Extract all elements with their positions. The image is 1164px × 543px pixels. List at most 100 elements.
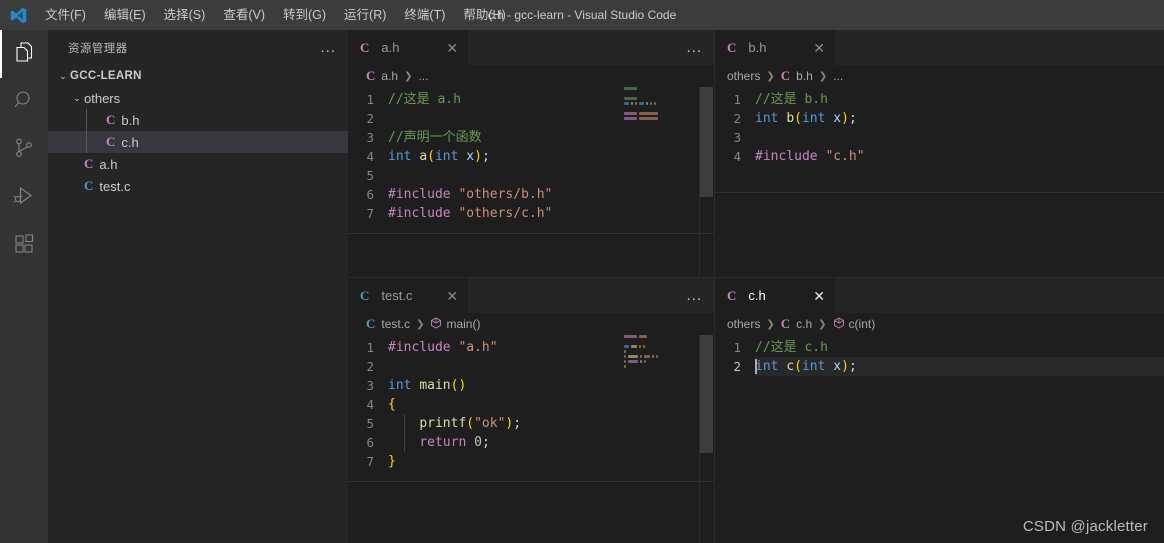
line-number: 7: [366, 206, 374, 221]
activity-item-search[interactable]: [0, 78, 48, 126]
code-line[interactable]: 2 int b(int x);: [715, 109, 1164, 128]
tab-label: test.c: [381, 288, 413, 303]
tab-c-h[interactable]: C c.h ✕: [715, 278, 835, 313]
tab-a-h[interactable]: C a.h ✕: [348, 30, 468, 65]
code-line[interactable]: 6 return 0;: [348, 433, 714, 452]
scrollbar-a-h[interactable]: [699, 87, 713, 277]
tabbar-a-h: C a.h ✕ ...: [348, 30, 714, 65]
sidebar-item-b-h[interactable]: C b.h: [48, 109, 348, 131]
code-line[interactable]: 5 printf("ok");: [348, 414, 714, 433]
code-line[interactable]: 4 int a(int x);: [348, 147, 714, 166]
code-line[interactable]: 3 int main(): [348, 376, 714, 395]
breadcrumb-ellipsis[interactable]: ...: [418, 69, 428, 83]
line-number: 7: [366, 454, 374, 469]
breadcrumb-a-h[interactable]: C a.h ❯ ...: [348, 65, 714, 87]
activity-item-run-debug[interactable]: [0, 174, 48, 222]
breadcrumb-folder[interactable]: others: [727, 317, 760, 331]
breadcrumb-file[interactable]: a.h: [381, 69, 398, 83]
tree-folder-others[interactable]: ⌄ others: [48, 87, 348, 109]
breadcrumb-ellipsis[interactable]: ...: [833, 69, 843, 83]
minimap-test-c[interactable]: [624, 335, 682, 370]
breadcrumb-file[interactable]: b.h: [796, 69, 813, 83]
close-icon[interactable]: ✕: [797, 41, 825, 55]
code-text: //这是 c.h: [755, 340, 828, 355]
menu-go[interactable]: 转到(G): [274, 0, 335, 30]
menu-help[interactable]: 帮助(H): [454, 0, 514, 30]
line-number: 3: [366, 378, 374, 393]
indent-guide: [86, 109, 87, 131]
code-line[interactable]: 3 //声明一个函数: [348, 128, 714, 147]
minimap-line: [624, 107, 682, 111]
files-explorer-icon: [12, 40, 36, 69]
menu-selection[interactable]: 选择(S): [155, 0, 215, 30]
code-text: //这是 b.h: [755, 92, 828, 107]
line-number: 4: [366, 149, 374, 164]
sidebar-item-a-h[interactable]: C a.h: [48, 153, 348, 175]
chevron-right-icon: ❯: [766, 318, 775, 330]
sidebar-item-c-h[interactable]: C c.h: [48, 131, 348, 153]
breadcrumb-test-c[interactable]: C test.c ❯ main(): [348, 313, 714, 335]
minimap-line: [624, 365, 682, 369]
explorer-more-actions-icon[interactable]: ...: [320, 40, 336, 55]
minimap-line: [624, 350, 682, 354]
code-text: #include "others/c.h": [388, 206, 553, 221]
code-line[interactable]: 4 #include "c.h": [715, 147, 1164, 166]
code-line[interactable]: 3: [715, 128, 1164, 147]
code-line[interactable]: 5: [348, 166, 714, 185]
line-number: 5: [366, 416, 374, 431]
minimap-line: [624, 360, 682, 364]
code-line[interactable]: 1 //这是 b.h: [715, 90, 1164, 109]
search-icon: [12, 88, 36, 117]
tab-label: b.h: [748, 40, 767, 55]
code-line[interactable]: 2 int c(int x);: [715, 357, 1164, 376]
breadcrumb-file[interactable]: c.h: [796, 317, 812, 331]
extensions-icon: [12, 232, 36, 261]
menu-terminal[interactable]: 终端(T): [395, 0, 454, 30]
close-icon[interactable]: ✕: [797, 289, 825, 303]
breadcrumb-symbol[interactable]: c(int): [849, 317, 876, 331]
tab-b-h[interactable]: C b.h ✕: [715, 30, 835, 65]
close-icon[interactable]: ✕: [430, 289, 458, 303]
menu-edit[interactable]: 编辑(E): [95, 0, 155, 30]
workbench: 资源管理器 ... ⌄ GCC-LEARN ⌄ others C b.h C c…: [0, 30, 1164, 543]
tabbar-c-h: C c.h ✕: [715, 278, 1164, 313]
code-editor-b-h[interactable]: 1 //这是 b.h 2 int b(int x); 3 4 #include "c.h": [715, 87, 1164, 166]
minimap-a-h[interactable]: [624, 87, 682, 122]
editor-actions-more-icon[interactable]: ...: [686, 278, 714, 313]
indent-guide: [404, 414, 405, 452]
code-line[interactable]: 7 #include "others/c.h": [348, 204, 714, 223]
menu-file[interactable]: 文件(F): [36, 0, 95, 30]
breadcrumb-folder[interactable]: others: [727, 69, 760, 83]
c-header-file-icon: C: [84, 156, 94, 171]
code-text: int a(int x);: [388, 149, 490, 164]
c-header-file-icon: C: [727, 287, 737, 303]
breadcrumb-symbol[interactable]: main(): [446, 317, 480, 331]
minimap-line: [624, 355, 682, 359]
editor-pane-test-c: C test.c ✕ ... C test.c ❯ main() 1 #incl…: [348, 278, 715, 543]
breadcrumb-b-h[interactable]: others ❯ C b.h ❯ ...: [715, 65, 1164, 87]
sidebar-item-test-c[interactable]: C test.c: [48, 175, 348, 197]
menu-run[interactable]: 运行(R): [335, 0, 395, 30]
code-editor-c-h[interactable]: 1 //这是 c.h 2 int c(int x);: [715, 335, 1164, 376]
activity-item-extensions[interactable]: [0, 222, 48, 270]
activity-item-explorer[interactable]: [0, 30, 48, 78]
c-header-file-icon: C: [780, 316, 791, 331]
editor-actions-more-icon[interactable]: ...: [686, 30, 714, 65]
breadcrumb-file[interactable]: test.c: [381, 317, 410, 331]
code-line[interactable]: 1 //这是 c.h: [715, 338, 1164, 357]
tree-root-gcc-learn[interactable]: ⌄ GCC-LEARN: [48, 65, 348, 87]
code-line[interactable]: 4{: [348, 395, 714, 414]
code-text: int b(int x);: [755, 111, 857, 126]
line-number: 1: [366, 340, 374, 355]
code-line[interactable]: 7}: [348, 452, 714, 471]
activity-item-source-control[interactable]: [0, 126, 48, 174]
code-line[interactable]: 6 #include "others/b.h": [348, 185, 714, 204]
chevron-right-icon: ❯: [766, 70, 775, 82]
menu-view[interactable]: 查看(V): [214, 0, 274, 30]
tree-root-label: GCC-LEARN: [70, 70, 142, 82]
scrollbar-test-c[interactable]: [699, 335, 713, 543]
menu-bar[interactable]: 文件(F) 编辑(E) 选择(S) 查看(V) 转到(G) 运行(R) 终端(T…: [36, 0, 515, 30]
breadcrumb-c-h[interactable]: others ❯ C c.h ❯ c(int): [715, 313, 1164, 335]
close-icon[interactable]: ✕: [430, 41, 458, 55]
tab-test-c[interactable]: C test.c ✕: [348, 278, 468, 313]
